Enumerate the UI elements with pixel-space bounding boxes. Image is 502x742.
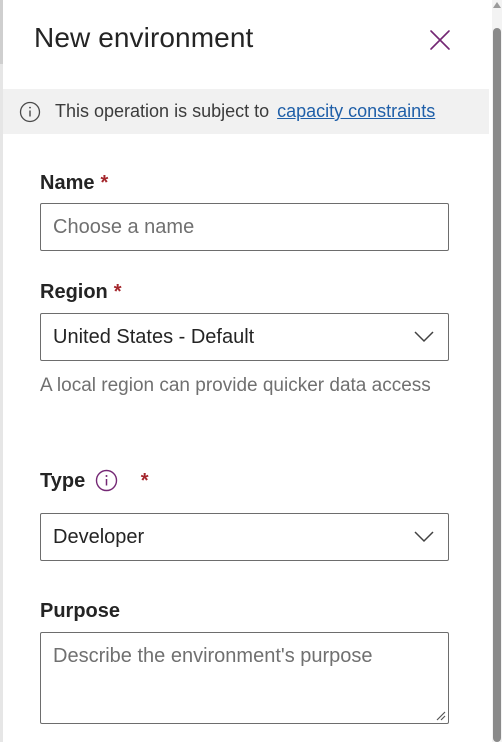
- chevron-down-icon: [414, 331, 434, 343]
- region-label-text: Region: [40, 281, 108, 303]
- region-selected-value: United States - Default: [53, 325, 255, 348]
- purpose-field[interactable]: [40, 632, 449, 724]
- close-icon: [430, 30, 450, 50]
- name-label-text: Name: [40, 172, 95, 194]
- region-label: Region *: [40, 281, 122, 304]
- name-required-mark: *: [100, 172, 109, 194]
- info-icon: [19, 101, 41, 122]
- purpose-textarea[interactable]: [53, 645, 436, 711]
- region-dropdown[interactable]: United States - Default: [40, 313, 449, 361]
- name-label: Name *: [40, 172, 108, 195]
- capacity-banner: This operation is subject to capacity co…: [3, 89, 489, 134]
- region-helper-text: A local region can provide quicker data …: [40, 375, 431, 396]
- type-required-mark: *: [140, 470, 149, 492]
- banner-text: This operation is subject to: [55, 101, 270, 121]
- type-info-icon[interactable]: [95, 469, 118, 492]
- type-dropdown[interactable]: Developer: [40, 513, 449, 561]
- type-label-text: Type: [40, 470, 86, 492]
- close-button[interactable]: [428, 28, 452, 52]
- name-input[interactable]: [53, 215, 436, 239]
- purpose-label: Purpose: [40, 600, 120, 623]
- region-required-mark: *: [113, 281, 122, 303]
- scrollbar[interactable]: [492, 0, 502, 742]
- purpose-label-text: Purpose: [40, 600, 121, 622]
- resize-grip-icon[interactable]: [434, 709, 446, 721]
- name-field[interactable]: [40, 203, 449, 251]
- scroll-thumb[interactable]: [493, 28, 501, 742]
- chevron-down-icon: [414, 531, 434, 543]
- type-selected-value: Developer: [53, 525, 145, 548]
- left-edge-shade: [0, 0, 3, 64]
- scroll-up-arrow-icon[interactable]: [493, 2, 501, 8]
- panel-title: New environment: [34, 22, 254, 53]
- capacity-constraints-link[interactable]: capacity constraints: [277, 101, 435, 122]
